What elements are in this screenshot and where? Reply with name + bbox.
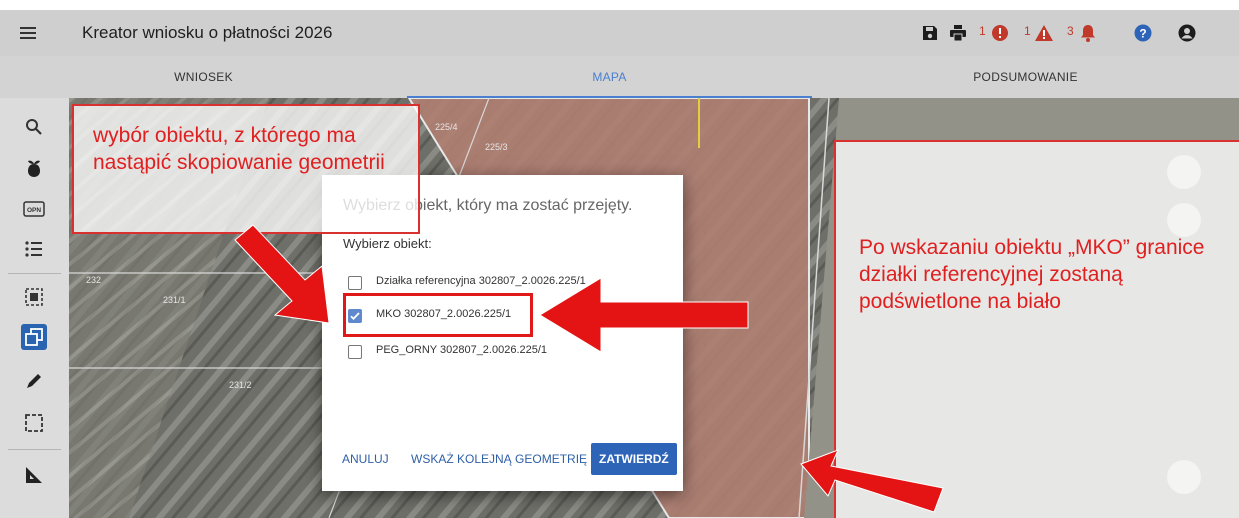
arrow-bottom-diagonal: [800, 449, 944, 513]
annotation-arrows: [234, 224, 944, 513]
arrow-left-diagonal: [234, 224, 330, 324]
app-window: Kreator wniosku o płatności 2026 1 1 3 ?…: [0, 0, 1239, 518]
arrow-right-horizontal: [539, 277, 749, 353]
